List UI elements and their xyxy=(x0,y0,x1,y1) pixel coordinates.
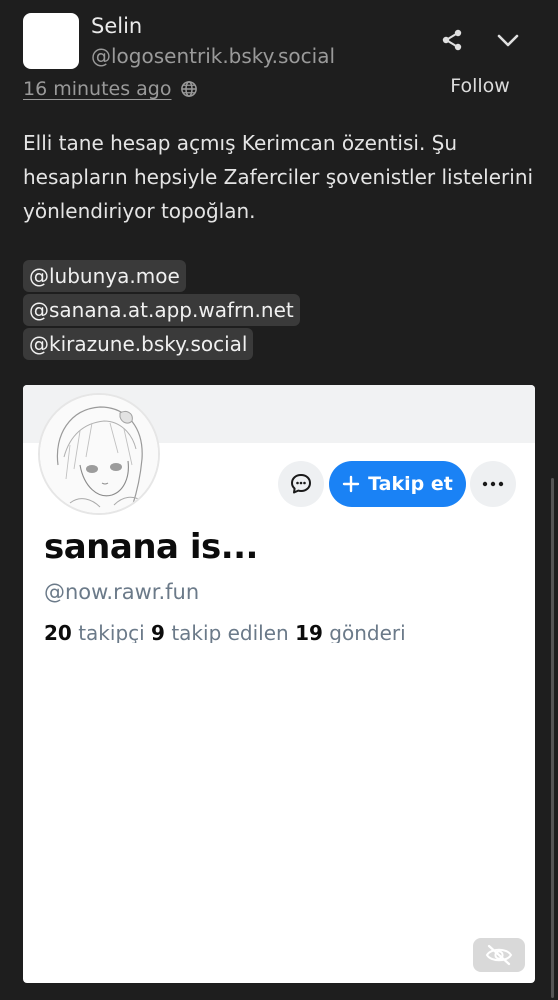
more-options-button[interactable] xyxy=(470,461,516,507)
following-count: 9 xyxy=(151,621,165,643)
eye-slash-icon xyxy=(485,944,513,966)
timestamp-row: 16 minutes ago xyxy=(23,78,198,100)
message-button[interactable] xyxy=(278,461,324,507)
profile-name: sanana is... xyxy=(44,527,258,567)
profile-stats: 20 takipçi 9 takip edilen 19 gönderi xyxy=(44,621,406,643)
profile-handle: @now.rawr.fun xyxy=(44,580,200,604)
takip-et-button[interactable]: Takip et xyxy=(329,461,466,507)
hide-content-button[interactable] xyxy=(473,938,525,972)
followers-count: 20 xyxy=(44,621,72,643)
ellipsis-icon xyxy=(482,481,504,487)
followers-label: takipçi xyxy=(78,621,145,643)
mention-link[interactable]: @sanana.at.app.wafrn.net xyxy=(23,294,300,326)
post: Selin @logosentrik.bsky.social 16 minute… xyxy=(0,0,558,1000)
plus-icon xyxy=(342,475,360,493)
profile-avatar[interactable] xyxy=(38,393,160,515)
globe-icon xyxy=(180,81,197,97)
author-handle[interactable]: @logosentrik.bsky.social xyxy=(91,44,335,68)
chevron-down-icon[interactable] xyxy=(496,30,520,50)
mention-link[interactable]: @lubunya.moe xyxy=(23,260,186,292)
posts-count: 19 xyxy=(295,621,323,643)
mention-link[interactable]: @kirazune.bsky.social xyxy=(23,328,254,360)
embedded-profile-card[interactable]: Takip et sanana is... @now.rawr.fun 20 t… xyxy=(23,385,535,983)
share-icon[interactable] xyxy=(440,28,464,52)
author-avatar[interactable] xyxy=(23,13,79,69)
scrollbar[interactable] xyxy=(551,478,554,998)
post-body: Elli tane hesap açmış Kerimcan özentisi.… xyxy=(23,126,543,228)
following-label: takip edilen xyxy=(171,621,289,643)
takip-et-label: Takip et xyxy=(368,473,453,495)
posts-label: gönderi xyxy=(329,621,406,643)
post-paragraph: Elli tane hesap açmış Kerimcan özentisi.… xyxy=(23,131,534,223)
author-display-name[interactable]: Selin xyxy=(91,14,142,38)
post-timestamp[interactable]: 16 minutes ago xyxy=(23,78,172,100)
mention-list: @lubunya.moe @sanana.at.app.wafrn.net @k… xyxy=(23,260,300,360)
message-bubble-icon xyxy=(291,474,311,494)
follow-button[interactable]: Follow xyxy=(440,73,520,99)
sketch-portrait-image xyxy=(40,395,158,513)
